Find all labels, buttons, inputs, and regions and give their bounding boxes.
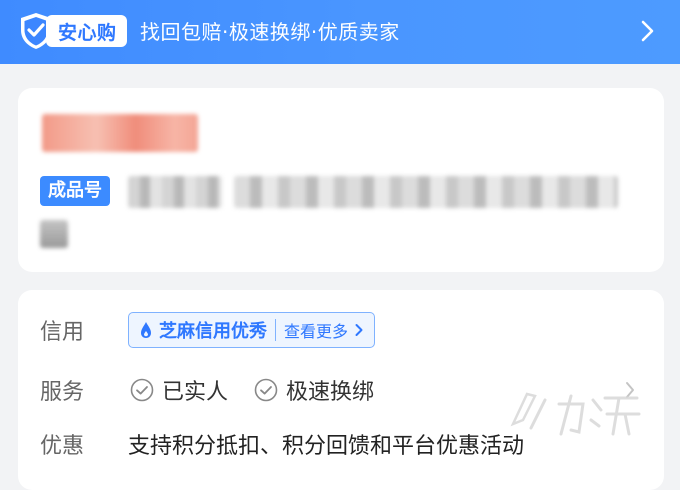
chevron-right-icon[interactable] [638,16,658,46]
credit-rating: 芝麻信用优秀 [129,313,275,347]
credit-more-text: 查看更多 [284,322,349,341]
check-circle-icon [130,378,154,402]
credit-tag-text: 芝麻信用优秀 [159,321,267,342]
service-item-label: 已实人 [162,380,229,405]
chevron-right-icon [355,324,363,336]
discount-text: 支持积分抵扣、积分回馈和平台优惠活动 [128,434,525,459]
service-item-label: 极速换绑 [286,380,375,405]
service-label: 服务 [40,380,85,405]
watermark-logo [510,392,641,436]
product-card: 成品号 [18,88,664,272]
anxin-badge: 安心购 [18,12,127,50]
product-title-redacted [42,114,198,152]
service-item: 已实人 [130,374,228,406]
credit-tag[interactable]: 芝麻信用优秀 查看更多 [128,312,376,348]
discount-label: 优惠 [40,434,85,459]
product-id-label: 成品号 [40,176,110,206]
banner-tagline: 找回包赔·极速换绑·优质卖家 [140,20,400,44]
check-circle-icon [254,378,278,402]
credit-label: 信用 [40,320,85,345]
product-id-redacted-3 [40,220,68,248]
badge-label: 安心购 [46,15,127,47]
service-item: 极速换绑 [254,374,374,406]
anxin-banner[interactable]: 安心购 找回包赔·极速换绑·优质卖家 [0,0,680,64]
flame-drop-icon [141,322,151,338]
product-id-redacted-2 [234,176,618,208]
credit-more-link[interactable]: 查看更多 [276,313,374,347]
product-id-redacted [128,176,222,208]
